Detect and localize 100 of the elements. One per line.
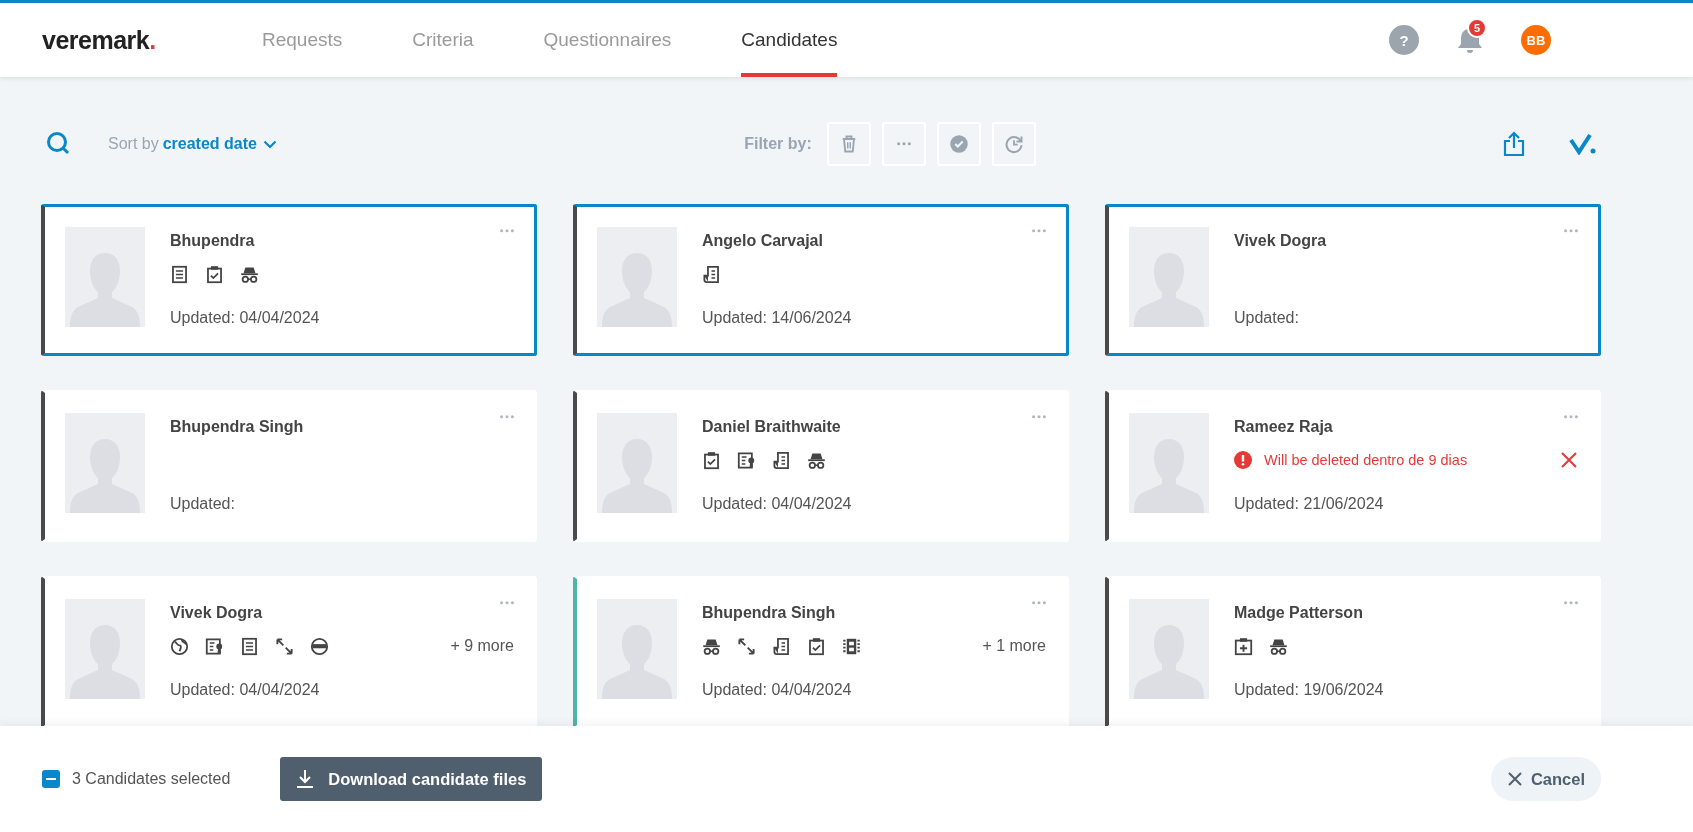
candidate-name: Madge Patterson — [1234, 604, 1364, 623]
updated-date: Updated: 14/06/2024 — [702, 309, 853, 327]
clipboard-check-icon — [205, 264, 224, 284]
updated-date: Updated: 04/04/2024 — [702, 681, 853, 699]
candidate-card[interactable]: Bhupendra Singh + 1 more Updated: 04/04/2024 — [573, 576, 1069, 726]
trash-filter-button[interactable] — [826, 122, 871, 166]
select-all-button[interactable] — [1569, 133, 1597, 155]
more-icon — [1564, 415, 1578, 419]
close-icon — [1506, 771, 1523, 787]
document-icon — [240, 636, 259, 656]
helmet-icon — [310, 636, 329, 656]
candidate-card[interactable]: Madge Patterson Updated: 19/06/2024 — [1105, 576, 1601, 726]
receipt-icon — [702, 264, 721, 284]
document-icon — [170, 264, 189, 284]
card-menu-button[interactable] — [1032, 601, 1046, 605]
card-menu-button[interactable] — [1564, 415, 1578, 419]
nav-tab[interactable]: Candidates — [741, 3, 838, 77]
card-menu-button[interactable] — [1564, 229, 1578, 233]
spy-icon — [1269, 636, 1288, 656]
updated-date: Updated: 04/04/2024 — [170, 681, 321, 699]
candidate-card[interactable]: Daniel Braithwaite Updated: 04/04/2024 — [573, 390, 1069, 542]
person-silhouette-icon — [1134, 623, 1204, 699]
more-filter-button[interactable] — [881, 122, 926, 166]
more-count[interactable]: + 1 more — [982, 637, 1046, 655]
candidate-name: Bhupendra — [170, 232, 256, 251]
cancel-deletion-button[interactable] — [1560, 451, 1578, 469]
expand-arrows-icon — [737, 636, 756, 656]
candidate-card[interactable]: Bhupendra Singh Updated: — [41, 390, 537, 542]
more-icon — [1564, 229, 1578, 233]
candidate-card[interactable]: Vivek Dogra + 9 more Updated: 04/04/2024 — [41, 576, 537, 726]
more-icon — [500, 229, 514, 233]
sort-dropdown[interactable]: created date — [162, 135, 277, 153]
warning-icon — [1234, 451, 1252, 469]
person-silhouette-icon — [70, 251, 140, 327]
card-menu-button[interactable] — [500, 415, 514, 419]
expand-arrows-icon — [275, 636, 294, 656]
download-icon — [296, 769, 315, 789]
chevron-down-icon — [262, 139, 277, 149]
candidate-card[interactable]: Vivek Dogra Updated: — [1105, 204, 1601, 356]
person-silhouette-icon — [602, 437, 672, 513]
cancel-button[interactable]: Cancel — [1490, 757, 1601, 801]
person-silhouette-icon — [1134, 437, 1204, 513]
candidate-name: Bhupendra Singh — [702, 604, 837, 623]
person-silhouette-icon — [70, 437, 140, 513]
card-menu-button[interactable] — [1564, 601, 1578, 605]
certificate-icon — [205, 636, 224, 656]
updated-date: Updated: 04/04/2024 — [170, 309, 321, 327]
history-filter-button[interactable] — [991, 122, 1036, 166]
download-button[interactable]: Download candidate files — [280, 757, 543, 801]
select-all-checkbox[interactable] — [42, 770, 60, 788]
medical-clipboard-icon — [1234, 636, 1253, 656]
film-strip-icon — [842, 636, 861, 656]
search-button[interactable] — [46, 131, 72, 157]
candidate-name: Vivek Dogra — [170, 604, 264, 623]
spy-icon — [702, 636, 721, 656]
person-silhouette-icon — [602, 251, 672, 327]
candidate-card[interactable]: Angelo Carvajal Updated: 14/06/2024 — [573, 204, 1069, 356]
more-count[interactable]: + 9 more — [450, 637, 514, 655]
more-icon — [1032, 415, 1046, 419]
spy-icon — [240, 264, 259, 284]
candidate-name: Vivek Dogra — [1234, 232, 1328, 251]
more-icon — [500, 415, 514, 419]
card-menu-button[interactable] — [500, 229, 514, 233]
clipboard-check-icon — [702, 450, 721, 470]
candidate-name: Bhupendra Singh — [170, 418, 305, 437]
candidate-card[interactable]: Rameez Raja Will be deleted dentro de 9 dias Updated: 21/06/2024 — [1105, 390, 1601, 542]
filter-label: Filter by: — [744, 135, 812, 153]
updated-date: Updated: 04/04/2024 — [702, 495, 853, 513]
veremark-logo[interactable]: veremark. — [42, 25, 262, 55]
updated-date: Updated: 19/06/2024 — [1234, 681, 1385, 699]
deletion-warning: Will be deleted dentro de 9 dias — [1264, 452, 1468, 468]
candidate-card[interactable]: Bhupendra Updated: 04/04/2024 — [41, 204, 537, 356]
more-icon — [500, 601, 514, 605]
candidate-name: Daniel Braithwaite — [702, 418, 842, 437]
person-silhouette-icon — [602, 623, 672, 699]
receipt-icon — [772, 636, 791, 656]
spy-icon — [807, 450, 826, 470]
check-circle-icon — [948, 134, 969, 154]
candidate-name: Rameez Raja — [1234, 418, 1334, 437]
share-button[interactable] — [1503, 131, 1525, 157]
more-icon — [1032, 229, 1046, 233]
notification-count: 5 — [1467, 18, 1487, 38]
history-icon — [1003, 134, 1024, 154]
updated-date: Updated: — [1234, 309, 1300, 327]
check-circle-filter-button[interactable] — [936, 122, 981, 166]
globe-icon — [170, 636, 189, 656]
sort-label: Sort by — [108, 135, 159, 153]
updated-date: Updated: — [170, 495, 236, 513]
clipboard-check-icon — [807, 636, 826, 656]
more-icon — [896, 142, 911, 146]
certificate-icon — [737, 450, 756, 470]
selection-count: 3 Candidates selected — [72, 770, 231, 788]
person-silhouette-icon — [1134, 251, 1204, 327]
card-menu-button[interactable] — [1032, 229, 1046, 233]
candidate-name: Angelo Carvajal — [702, 232, 824, 251]
updated-date: Updated: 21/06/2024 — [1234, 495, 1385, 513]
card-menu-button[interactable] — [500, 601, 514, 605]
card-menu-button[interactable] — [1032, 415, 1046, 419]
person-silhouette-icon — [70, 623, 140, 699]
more-icon — [1032, 601, 1046, 605]
